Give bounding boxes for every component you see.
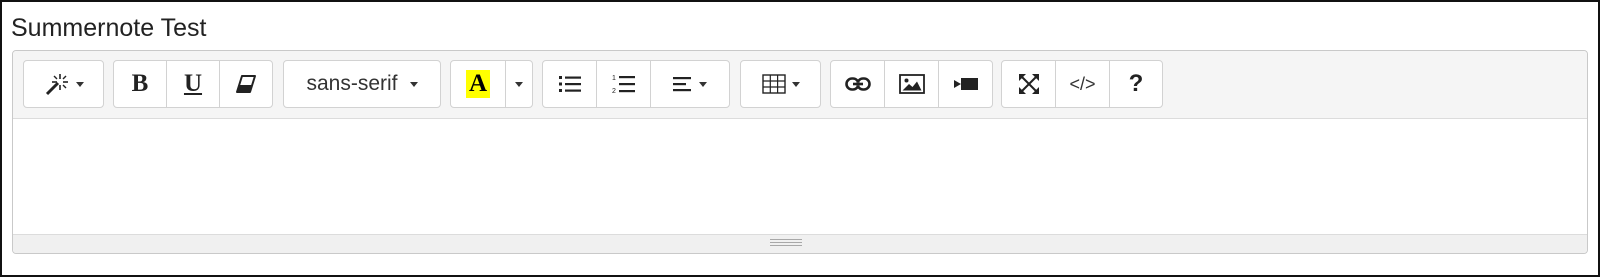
fullscreen-icon	[1018, 73, 1040, 95]
insert-video-button[interactable]	[938, 60, 993, 108]
unordered-list-icon	[558, 74, 582, 94]
svg-text:2: 2	[612, 88, 616, 95]
code-view-label: </>	[1069, 73, 1096, 94]
eraser-icon	[235, 74, 257, 94]
table-icon	[761, 74, 786, 94]
picture-icon	[898, 74, 925, 94]
magic-wand-icon	[44, 71, 70, 97]
resize-grip-icon[interactable]	[770, 239, 802, 248]
help-button[interactable]: ?	[1109, 60, 1163, 108]
fullscreen-button[interactable]	[1001, 60, 1056, 108]
unordered-list-button[interactable]	[542, 60, 597, 108]
insert-picture-button[interactable]	[884, 60, 939, 108]
text-color-button[interactable]: A	[450, 60, 506, 108]
bold-label: B	[131, 70, 149, 97]
chevron-down-icon	[515, 81, 523, 87]
editor-content-area[interactable]	[13, 119, 1587, 234]
chevron-down-icon	[791, 81, 800, 87]
ordered-list-icon: 1 2	[612, 73, 636, 95]
table-dropdown-button[interactable]	[740, 60, 821, 108]
bold-button[interactable]: B	[113, 60, 167, 108]
chevron-down-icon	[699, 81, 707, 87]
editor-toolbar: B U sans-serif A 1 2 </> ?	[13, 51, 1587, 119]
underline-label: U	[183, 70, 203, 97]
link-icon	[844, 76, 871, 92]
font-name-label: sans-serif	[306, 72, 398, 95]
chevron-down-icon	[75, 81, 84, 87]
editor-statusbar	[13, 234, 1587, 253]
video-icon	[953, 76, 979, 92]
page-title: Summernote Test	[11, 14, 207, 42]
align-left-icon	[673, 76, 693, 92]
insert-link-button[interactable]	[830, 60, 885, 108]
code-view-button[interactable]: </>	[1055, 60, 1110, 108]
chevron-down-icon	[409, 81, 418, 87]
font-name-dropdown[interactable]: sans-serif	[283, 60, 441, 108]
ordered-list-button[interactable]: 1 2	[596, 60, 651, 108]
summernote-editor: B U sans-serif A 1 2 </> ?	[12, 50, 1588, 254]
help-label: ?	[1128, 70, 1144, 97]
underline-button[interactable]: U	[166, 60, 220, 108]
svg-text:1: 1	[612, 75, 616, 82]
text-color-label: A	[465, 70, 491, 98]
clear-format-button[interactable]	[219, 60, 273, 108]
paragraph-align-dropdown[interactable]	[650, 60, 730, 108]
color-dropdown-button[interactable]	[505, 60, 533, 108]
style-dropdown-button[interactable]	[23, 60, 104, 108]
